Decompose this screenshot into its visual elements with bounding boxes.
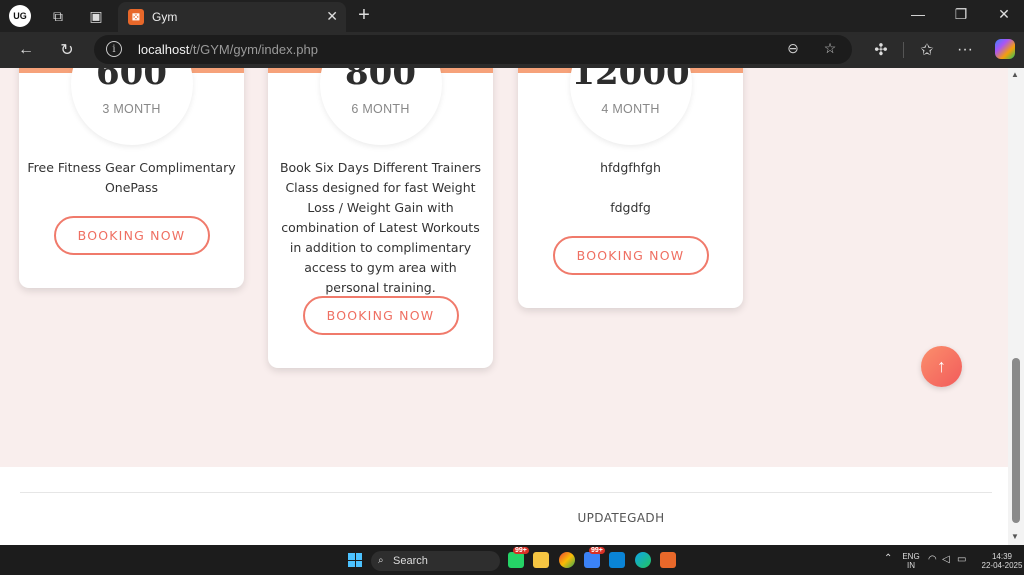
pricing-card: 600 3 MONTH Free Fitness Gear Compliment… bbox=[19, 68, 244, 288]
tray-overflow-icon[interactable]: ⌃ bbox=[884, 553, 892, 564]
taskbar-search[interactable]: ⌕ Search bbox=[371, 551, 500, 571]
favorite-star-icon[interactable]: ☆ bbox=[821, 40, 839, 57]
booking-now-button[interactable]: BOOKING NOW bbox=[552, 236, 709, 275]
app-with-badge-icon[interactable]: 99+ bbox=[584, 547, 605, 568]
tab-title: Gym bbox=[152, 10, 178, 24]
scroll-up-arrow-icon[interactable]: ▲ bbox=[1011, 70, 1019, 79]
pricing-card: 800 6 MONTH Book Six Days Different Trai… bbox=[268, 68, 493, 368]
restore-icon[interactable]: ❐ bbox=[951, 6, 971, 23]
workspaces-icon[interactable]: ⧉ bbox=[48, 6, 68, 26]
more-options-icon[interactable]: ··· bbox=[954, 39, 976, 61]
volume-icon[interactable]: ◁ bbox=[942, 554, 950, 565]
vscode-icon[interactable] bbox=[609, 552, 625, 568]
plan-description-line: fdgdfg bbox=[610, 200, 651, 215]
plan-duration: 4 MONTH bbox=[601, 102, 660, 116]
copilot-icon[interactable] bbox=[995, 39, 1015, 59]
plan-price: 12000 bbox=[571, 68, 690, 93]
scrollbar-thumb[interactable] bbox=[1012, 358, 1020, 523]
extensions-icon[interactable]: ✣ bbox=[870, 39, 892, 61]
language-indicator[interactable]: ENG IN bbox=[900, 552, 922, 570]
edge-icon[interactable] bbox=[635, 552, 651, 568]
pricing-card: 12000 4 MONTH hfdgfhfgh fdgdfg BOOKING N… bbox=[518, 68, 743, 308]
plan-price: 600 bbox=[96, 68, 167, 93]
whatsapp-icon[interactable]: 99+ bbox=[508, 547, 529, 568]
clock[interactable]: 14:39 22-04-2025 bbox=[980, 552, 1024, 570]
vertical-scrollbar[interactable]: ▲ ▼ bbox=[1008, 68, 1024, 545]
plan-duration: 3 MONTH bbox=[102, 102, 161, 116]
close-window-icon[interactable]: ✕ bbox=[994, 6, 1014, 23]
footer-credit: UPDATEGADH bbox=[577, 511, 665, 525]
profile-avatar[interactable]: UG bbox=[9, 5, 31, 27]
price-circle: 600 3 MONTH bbox=[70, 68, 193, 145]
price-circle: 800 6 MONTH bbox=[319, 68, 442, 145]
site-info-icon[interactable]: i bbox=[106, 41, 122, 57]
file-explorer-icon[interactable] bbox=[533, 552, 549, 568]
chrome-icon[interactable] bbox=[559, 552, 575, 568]
url-text[interactable]: localhost/t/GYM/gym/index.php bbox=[138, 42, 318, 57]
price-circle: 12000 4 MONTH bbox=[569, 68, 692, 145]
zoom-icon[interactable]: ⊖ bbox=[784, 40, 802, 57]
booking-now-button[interactable]: BOOKING NOW bbox=[302, 296, 459, 335]
page-viewport: 600 3 MONTH Free Fitness Gear Compliment… bbox=[0, 68, 1024, 545]
plan-description-line: hfdgfhfgh bbox=[600, 160, 661, 175]
address-bar[interactable]: i localhost/t/GYM/gym/index.php ⊖ ☆ bbox=[94, 35, 852, 64]
minimize-icon[interactable]: — bbox=[908, 6, 928, 22]
tab-actions-icon[interactable]: ▣ bbox=[86, 6, 106, 26]
xampp-favicon-icon: ⊠ bbox=[128, 9, 144, 25]
page-footer: UPDATEGADH bbox=[0, 467, 1008, 545]
scroll-down-arrow-icon[interactable]: ▼ bbox=[1011, 532, 1019, 541]
plan-duration: 6 MONTH bbox=[351, 102, 410, 116]
refresh-icon[interactable]: ↻ bbox=[56, 39, 78, 61]
new-tab-icon[interactable]: + bbox=[354, 4, 374, 27]
windows-start-icon[interactable] bbox=[348, 553, 362, 567]
browser-title-bar: UG ⧉ ▣ ⊠ Gym ✕ + — ❐ ✕ bbox=[0, 0, 1024, 32]
arrow-up-icon: ↑ bbox=[937, 356, 946, 376]
tab-gym[interactable]: ⊠ Gym ✕ bbox=[118, 2, 346, 32]
search-icon: ⌕ bbox=[378, 555, 384, 566]
xampp-icon[interactable] bbox=[660, 552, 676, 568]
wifi-icon[interactable]: ◠ bbox=[928, 554, 937, 565]
windows-taskbar: ⌕ Search 99+ 99+ ⌃ ENG IN ◠ ◁ ▭ 14:39 22-04… bbox=[0, 545, 1024, 575]
plan-description: Book Six Days Different Trainers Class d… bbox=[279, 160, 482, 295]
navigation-bar: ← ↻ i localhost/t/GYM/gym/index.php ⊖ ☆ … bbox=[0, 32, 1024, 68]
scroll-to-top-button[interactable]: ↑ bbox=[921, 346, 962, 387]
booking-now-button[interactable]: BOOKING NOW bbox=[53, 216, 210, 255]
battery-icon[interactable]: ▭ bbox=[957, 554, 966, 565]
favorites-icon[interactable]: ✩ bbox=[916, 39, 938, 61]
footer-divider bbox=[20, 492, 992, 493]
plan-price: 800 bbox=[345, 68, 416, 93]
back-arrow-icon[interactable]: ← bbox=[15, 39, 37, 61]
plan-description: Free Fitness Gear Complimentary OnePass bbox=[27, 160, 236, 195]
toolbar-divider bbox=[903, 42, 904, 58]
close-tab-icon[interactable]: ✕ bbox=[326, 8, 338, 25]
